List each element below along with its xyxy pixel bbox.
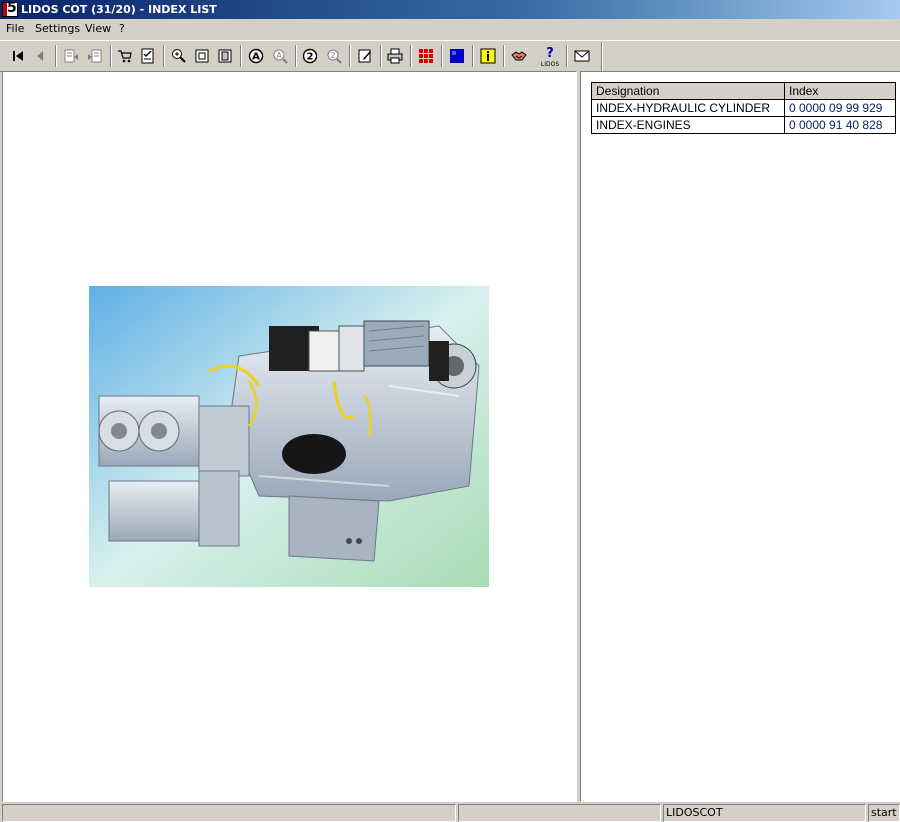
mail-icon[interactable] — [572, 46, 592, 66]
table-header-row: Designation Index — [591, 82, 896, 100]
first-page-icon[interactable] — [8, 46, 28, 66]
status-app-name: LIDOSCOT — [663, 804, 866, 822]
handshake-icon[interactable] — [509, 46, 529, 66]
engine-photo — [89, 286, 489, 587]
grid-icon[interactable] — [416, 46, 436, 66]
svg-text:2: 2 — [307, 52, 314, 63]
search-next-a-icon[interactable]: A — [270, 46, 290, 66]
row-index-link[interactable]: 0 0000 91 40 828 — [784, 116, 896, 134]
search-next-2-icon[interactable]: 2 — [324, 46, 344, 66]
search-a-icon[interactable]: A — [246, 46, 266, 66]
lidos-app-icon[interactable]: 5 — [2, 2, 18, 17]
menu-bar: File Settings View ? — [0, 19, 900, 39]
document-forward-icon[interactable] — [85, 46, 105, 66]
lidos-label: LIDOS — [541, 61, 559, 68]
print-icon[interactable] — [385, 46, 405, 66]
svg-text:?: ? — [546, 46, 554, 61]
svg-text:A: A — [252, 52, 260, 63]
index-table: Designation Index INDEX-HYDRAULIC CYLIND… — [591, 82, 896, 134]
column-header-index[interactable]: Index — [784, 82, 896, 100]
checklist-icon[interactable] — [138, 46, 158, 66]
document-view-pane[interactable] — [2, 71, 577, 802]
row-designation[interactable]: INDEX-ENGINES — [591, 116, 785, 134]
index-list-pane: Designation Index INDEX-HYDRAULIC CYLIND… — [580, 71, 900, 802]
svg-text:A: A — [276, 51, 282, 60]
menu-settings[interactable]: Settings — [35, 22, 80, 36]
status-mode: start — [868, 804, 900, 822]
status-panel-2 — [458, 804, 661, 822]
status-panel-1 — [2, 804, 456, 822]
window-title: LIDOS COT (31/20) - INDEX LIST — [21, 3, 217, 16]
menu-view[interactable]: View — [85, 22, 111, 36]
title-bar[interactable]: 5 LIDOS COT (31/20) - INDEX LIST — [0, 0, 900, 19]
toolbar: A A 2 2 ? LIDOS — [0, 40, 900, 72]
row-designation[interactable]: INDEX-HYDRAULIC CYLINDER — [591, 99, 785, 117]
menu-file[interactable]: File — [6, 22, 24, 36]
fit-width-icon[interactable] — [215, 46, 235, 66]
blue-square-icon[interactable] — [447, 46, 467, 66]
info-icon[interactable] — [478, 46, 498, 66]
search-2-icon[interactable]: 2 — [300, 46, 320, 66]
previous-page-icon[interactable] — [30, 46, 50, 66]
table-row[interactable]: INDEX-HYDRAULIC CYLINDER 0 0000 09 99 92… — [591, 99, 896, 117]
notes-icon[interactable] — [355, 46, 375, 66]
fit-page-icon[interactable] — [192, 46, 212, 66]
cart-icon[interactable] — [115, 46, 135, 66]
app-window: 5 LIDOS COT (31/20) - INDEX LIST File Se… — [0, 0, 900, 822]
table-row[interactable]: INDEX-ENGINES 0 0000 91 40 828 — [591, 116, 896, 134]
column-header-designation[interactable]: Designation — [591, 82, 785, 100]
document-back-icon[interactable] — [61, 46, 81, 66]
zoom-in-icon[interactable] — [169, 46, 189, 66]
help-icon[interactable]: ? LIDOS — [540, 44, 560, 70]
status-bar: LIDOSCOT start — [0, 803, 900, 822]
row-index-link[interactable]: 0 0000 09 99 929 — [784, 99, 896, 117]
svg-text:2: 2 — [330, 51, 335, 60]
menu-help[interactable]: ? — [119, 22, 125, 36]
